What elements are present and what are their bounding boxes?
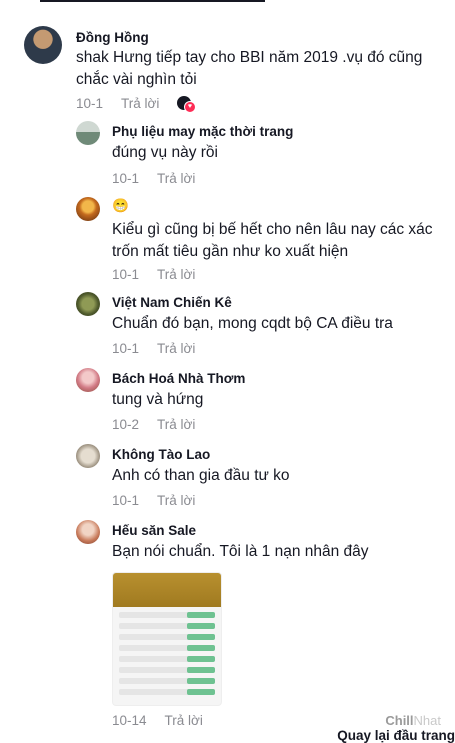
image-row [119, 667, 215, 673]
comment-text: Bạn nói chuẩn. Tôi là 1 nạn nhân đây [112, 543, 369, 560]
comment-author[interactable]: 😁 [112, 198, 129, 214]
avatar[interactable] [76, 197, 100, 221]
image-row [119, 623, 215, 629]
comment-author[interactable]: Việt Nam Chiến Kê [112, 295, 232, 310]
comment-date: 10-1 [112, 171, 140, 186]
comment-author[interactable]: Hếu săn Sale [112, 523, 196, 538]
comment-author[interactable]: Phụ liệu may mặc thời trang [112, 124, 293, 139]
comment-meta: 10-1 Trả lời [76, 96, 159, 111]
back-to-top-link[interactable]: Quay lại đầu trang [337, 728, 455, 743]
image-row [119, 678, 215, 684]
comment-text: Chuẩn đó bạn, mong cqdt bộ CA điều tra [112, 315, 393, 332]
reply-button[interactable]: Trả lời [157, 341, 195, 356]
comment-text: shak Hưng tiếp tay cho BBI năm 2019 .vụ … [76, 49, 423, 88]
watermark: ChillNhat [385, 713, 441, 728]
watermark-part-a: Chill [385, 713, 414, 728]
comment-date: 10-14 [112, 713, 147, 728]
comment-date: 10-2 [112, 417, 140, 432]
comment-text: đúng vụ này rồi [112, 144, 218, 161]
reply-button[interactable]: Trả lời [157, 267, 195, 282]
reply-button[interactable]: Trả lời [157, 171, 195, 186]
reply-button[interactable]: Trả lời [157, 493, 195, 508]
comment-meta: 10-1 Trả lời [112, 267, 195, 282]
comment-author[interactable]: Đồng Hồng [76, 30, 149, 45]
watermark-part-b: Nhat [413, 713, 441, 728]
comment-meta: 10-1 Trả lời [112, 493, 195, 508]
avatar[interactable] [24, 26, 62, 64]
avatar[interactable] [76, 292, 100, 316]
image-header [113, 573, 221, 607]
comment-author[interactable]: Bách Hoá Nhà Thơm [112, 371, 245, 386]
comment-text: Anh có than gia đầu tư ko [112, 467, 290, 484]
comment-meta: 10-1 Trả lời [112, 341, 195, 356]
image-row [119, 689, 215, 695]
comment-author[interactable]: Không Tào Lao [112, 447, 210, 462]
avatar[interactable] [76, 444, 100, 468]
comment-date: 10-1 [112, 267, 140, 282]
avatar[interactable] [76, 520, 100, 544]
reply-button[interactable]: Trả lời [121, 96, 159, 111]
image-row [119, 612, 215, 618]
image-row [119, 645, 215, 651]
creator-liked-icon: ♥ [177, 96, 196, 113]
comment-date: 10-1 [112, 493, 140, 508]
avatar[interactable] [76, 368, 100, 392]
comment-date: 10-1 [76, 96, 104, 111]
tab-indicator [40, 0, 265, 2]
comment-text: Kiểu gì cũng bị bế hết cho nên lâu nay c… [112, 221, 433, 260]
comment-meta: 10-2 Trả lời [112, 417, 195, 432]
comment-meta: 10-1 Trả lời [112, 171, 195, 186]
heart-icon: ♥ [184, 101, 196, 113]
avatar[interactable] [76, 121, 100, 145]
image-row [119, 656, 215, 662]
comment-date: 10-1 [112, 341, 140, 356]
image-row [119, 634, 215, 640]
reply-button[interactable]: Trả lời [157, 417, 195, 432]
reply-button[interactable]: Trả lời [165, 713, 203, 728]
comment-text: tung và hứng [112, 391, 204, 408]
comment-meta: 10-14 Trả lời [112, 713, 203, 728]
comment-image[interactable] [112, 572, 222, 706]
